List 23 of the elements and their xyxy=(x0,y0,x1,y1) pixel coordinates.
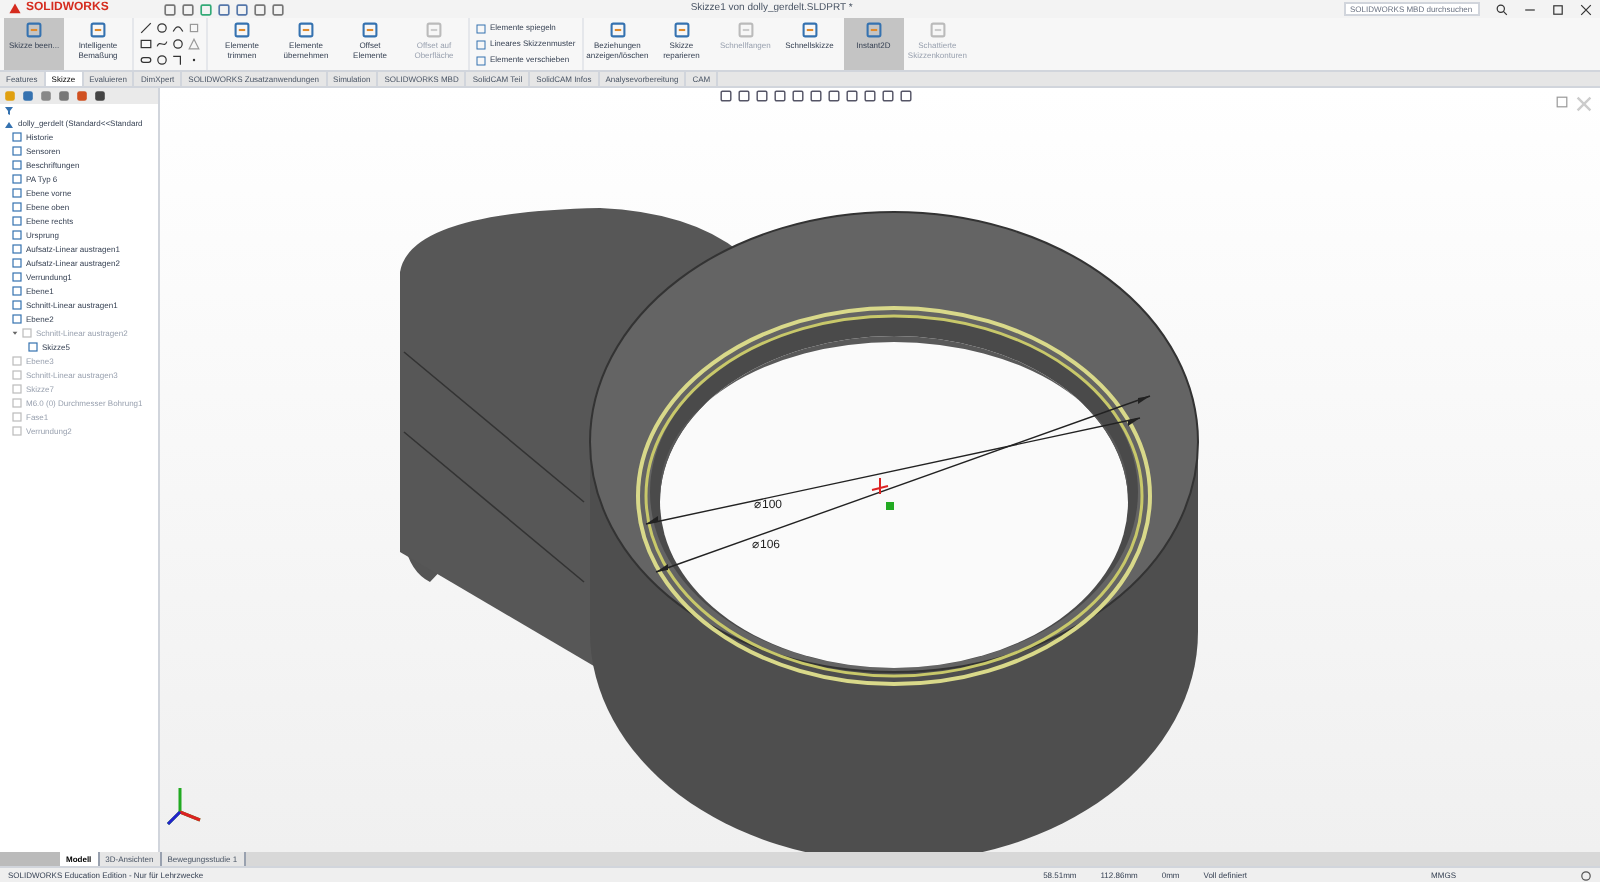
search-icon[interactable] xyxy=(1496,3,1508,15)
tool-icon xyxy=(737,22,754,38)
tool-icon xyxy=(234,22,250,38)
tool-icon xyxy=(929,22,946,38)
tool-icon xyxy=(865,22,882,38)
tool-icon xyxy=(26,22,42,38)
scroll-bar[interactable] xyxy=(0,852,60,866)
axis-triad-icon xyxy=(166,786,202,826)
origin-icon xyxy=(871,477,889,495)
tool-icon xyxy=(609,22,626,38)
tool-icon xyxy=(90,22,106,38)
settings-icon[interactable] xyxy=(1580,869,1592,881)
tool-icon xyxy=(426,22,442,38)
close-icon[interactable] xyxy=(1580,3,1592,15)
minimize-icon[interactable] xyxy=(1524,3,1536,15)
dimension-line[interactable] xyxy=(645,417,1141,525)
tool-icon xyxy=(801,22,818,38)
tool-icon xyxy=(673,22,690,38)
tool-icon xyxy=(298,22,314,38)
dimension-line[interactable] xyxy=(655,395,1151,573)
maximize-icon[interactable] xyxy=(1552,3,1564,15)
tool-icon xyxy=(362,22,378,38)
part-icon xyxy=(4,119,14,129)
